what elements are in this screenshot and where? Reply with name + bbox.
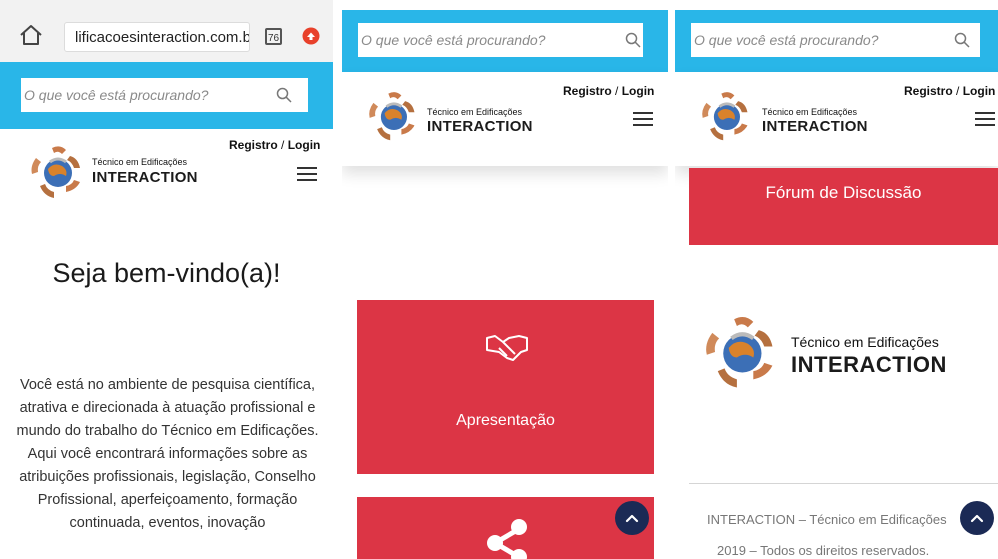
login-link[interactable]: Login	[622, 84, 655, 98]
card-forum[interactable]: Fórum de Discussão	[689, 168, 998, 245]
hamburger-menu-icon[interactable]	[297, 167, 317, 181]
home-icon[interactable]	[19, 24, 43, 46]
footer-brand-logo	[706, 317, 773, 388]
handshake-icon	[486, 335, 528, 361]
brand-logo[interactable]	[693, 88, 759, 144]
welcome-heading: Seja bem-vindo(a)!	[52, 258, 281, 288]
brand-logo[interactable]	[22, 142, 92, 202]
footer-divider	[689, 483, 998, 484]
brand-subtitle: Técnico em Edificações	[427, 107, 523, 117]
brand-title: INTERACTION	[427, 118, 533, 135]
register-link[interactable]: Registro	[563, 84, 612, 98]
search-band: O que você está procurando?	[0, 62, 333, 129]
register-link[interactable]: Registro	[904, 84, 953, 98]
search-placeholder: O que você está procurando?	[694, 32, 879, 48]
footer-copyright-line2: 2019 – Todos os direitos reservados.	[717, 543, 930, 558]
search-icon[interactable]	[954, 32, 970, 48]
auth-links: Registro / Login	[563, 84, 654, 98]
search-icon[interactable]	[276, 87, 292, 103]
footer-copyright-line1: INTERACTION – Técnico em Edificações	[707, 512, 947, 527]
site-header: Registro / Login Técnico em Edificações …	[675, 72, 998, 166]
browser-toolbar: lificacoesinteraction.com.br 76	[0, 0, 333, 62]
tabs-icon[interactable]: 76	[265, 28, 282, 45]
card-share[interactable]	[357, 497, 654, 559]
scroll-to-top-button[interactable]	[960, 501, 994, 535]
share-icon	[487, 519, 527, 559]
card-forum-label: Fórum de Discussão	[765, 183, 922, 202]
site-header: Registro / Login Técnico em Edificações …	[0, 129, 333, 211]
hamburger-menu-icon[interactable]	[975, 112, 995, 126]
search-input[interactable]: O que você está procurando?	[691, 23, 980, 57]
login-link[interactable]: Login	[288, 138, 321, 152]
intro-text: Você está no ambiente de pesquisa cientí…	[16, 377, 319, 531]
search-input[interactable]: O que você está procurando?	[21, 78, 308, 112]
screen-home: lificacoesinteraction.com.br 76 O que vo…	[0, 0, 333, 559]
search-placeholder: O que você está procurando?	[361, 32, 546, 48]
brand-title: INTERACTION	[762, 118, 868, 135]
search-placeholder: O que você está procurando?	[24, 87, 209, 103]
footer-brand-title: INTERACTION	[791, 352, 947, 377]
auth-links: Registro / Login	[229, 138, 320, 152]
search-icon[interactable]	[625, 32, 641, 48]
login-link[interactable]: Login	[963, 84, 996, 98]
screen-footer: O que você está procurando? Registro / L…	[675, 0, 998, 559]
screen-sections: O que você está procurando? Registro / L…	[342, 0, 668, 559]
search-band: O que você está procurando?	[675, 10, 998, 72]
site-header: Registro / Login Técnico em Edificações …	[342, 72, 668, 166]
extension-icon[interactable]	[302, 27, 320, 45]
search-band: O que você está procurando?	[342, 10, 668, 72]
chevron-up-icon	[625, 514, 639, 523]
url-bar[interactable]: lificacoesinteraction.com.br	[64, 22, 250, 52]
brand-title: INTERACTION	[92, 169, 198, 186]
card-apresentacao[interactable]: Apresentação	[357, 300, 654, 474]
chevron-up-icon	[970, 514, 984, 523]
auth-separator: /	[611, 84, 622, 98]
brand-subtitle: Técnico em Edificações	[762, 107, 858, 117]
card-apresentacao-label: Apresentação	[456, 412, 555, 429]
auth-separator: /	[277, 138, 288, 152]
auth-separator: /	[952, 84, 963, 98]
hamburger-menu-icon[interactable]	[633, 112, 653, 126]
scroll-to-top-button[interactable]	[615, 501, 649, 535]
search-input[interactable]: O que você está procurando?	[358, 23, 643, 57]
footer-brand-subtitle: Técnico em Edificações	[791, 334, 939, 350]
brand-logo[interactable]	[360, 88, 426, 144]
auth-links: Registro / Login	[904, 84, 995, 98]
brand-subtitle: Técnico em Edificações	[92, 157, 188, 167]
register-link[interactable]: Registro	[229, 138, 278, 152]
